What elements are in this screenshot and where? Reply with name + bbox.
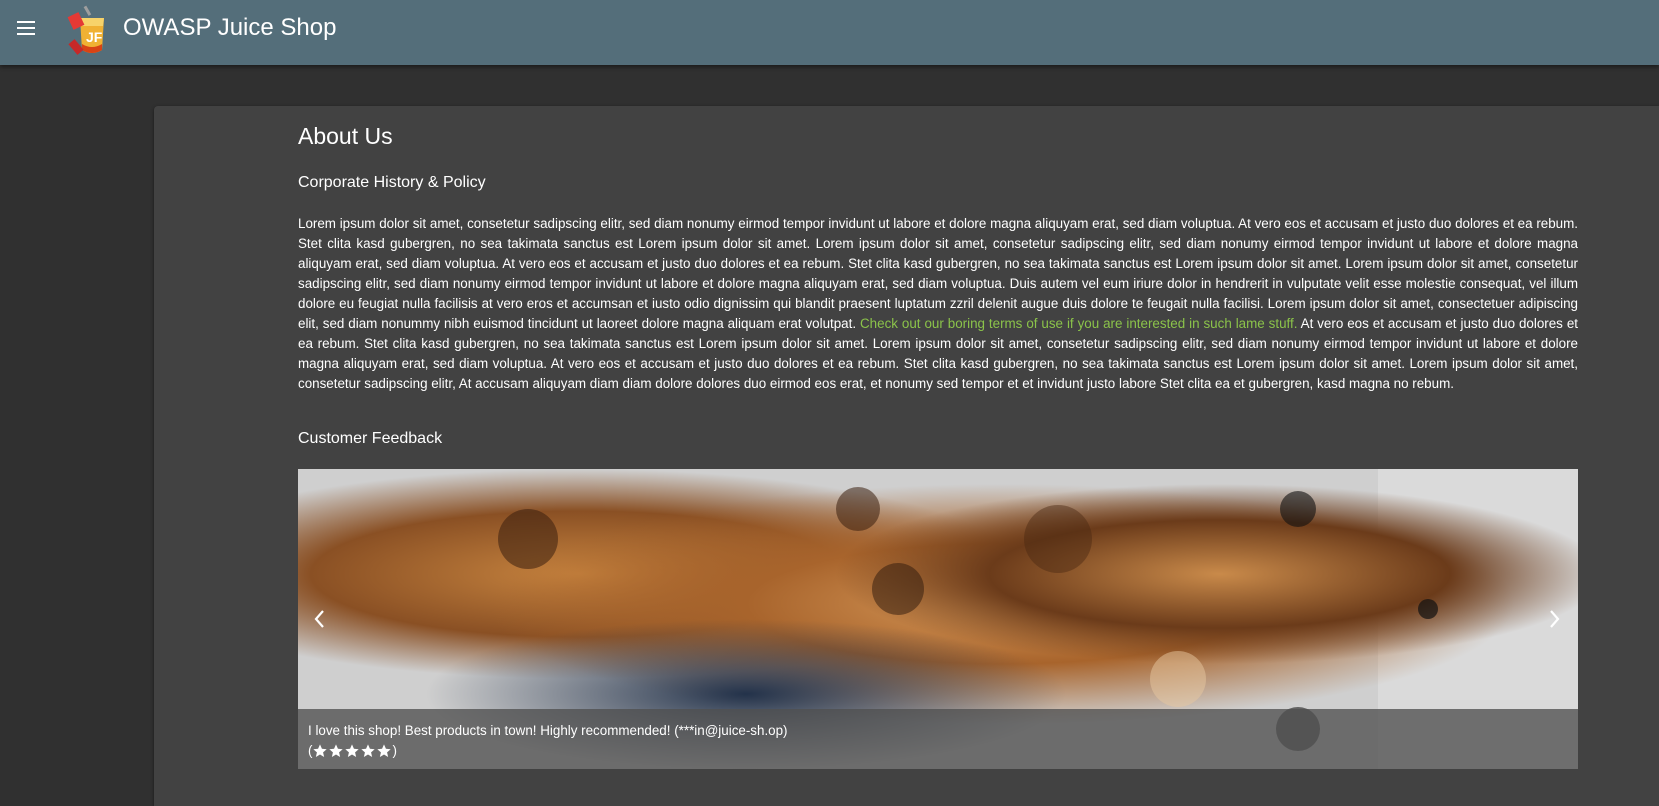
corporate-history-title: Corporate History & Policy (298, 174, 486, 191)
terms-of-use-link[interactable]: Check out our boring terms of use if you… (860, 316, 1297, 331)
app-title[interactable]: OWASP Juice Shop (123, 14, 336, 42)
top-toolbar: JF OWASP Juice Shop (0, 0, 1659, 65)
feedback-comment: I love this shop! Best products in town!… (308, 723, 788, 738)
feedback-caption: I love this shop! Best products in town!… (298, 709, 1578, 769)
feedback-carousel[interactable]: I love this shop! Best products in town!… (298, 469, 1578, 769)
svg-text:JF: JF (86, 29, 103, 45)
juice-shop-logo[interactable]: JF (66, 4, 114, 56)
page-title: About Us (298, 123, 393, 149)
star-icon (313, 744, 328, 757)
star-icon (345, 744, 360, 757)
rating-close-paren: ) (392, 743, 397, 758)
hamburger-menu-icon[interactable] (10, 12, 42, 44)
chevron-right-icon[interactable] (1540, 599, 1570, 639)
history-text-part-1: Lorem ipsum dolor sit amet, consetetur s… (298, 216, 1578, 331)
feedback-rating: ( ) (308, 741, 397, 761)
star-icon (329, 744, 344, 757)
rating-stars (312, 743, 392, 759)
customer-feedback-title: Customer Feedback (298, 430, 443, 447)
star-icon (377, 744, 392, 757)
corporate-history-text: Lorem ipsum dolor sit amet, consetetur s… (298, 214, 1578, 394)
star-icon (361, 744, 376, 757)
chevron-left-icon[interactable] (304, 599, 334, 639)
